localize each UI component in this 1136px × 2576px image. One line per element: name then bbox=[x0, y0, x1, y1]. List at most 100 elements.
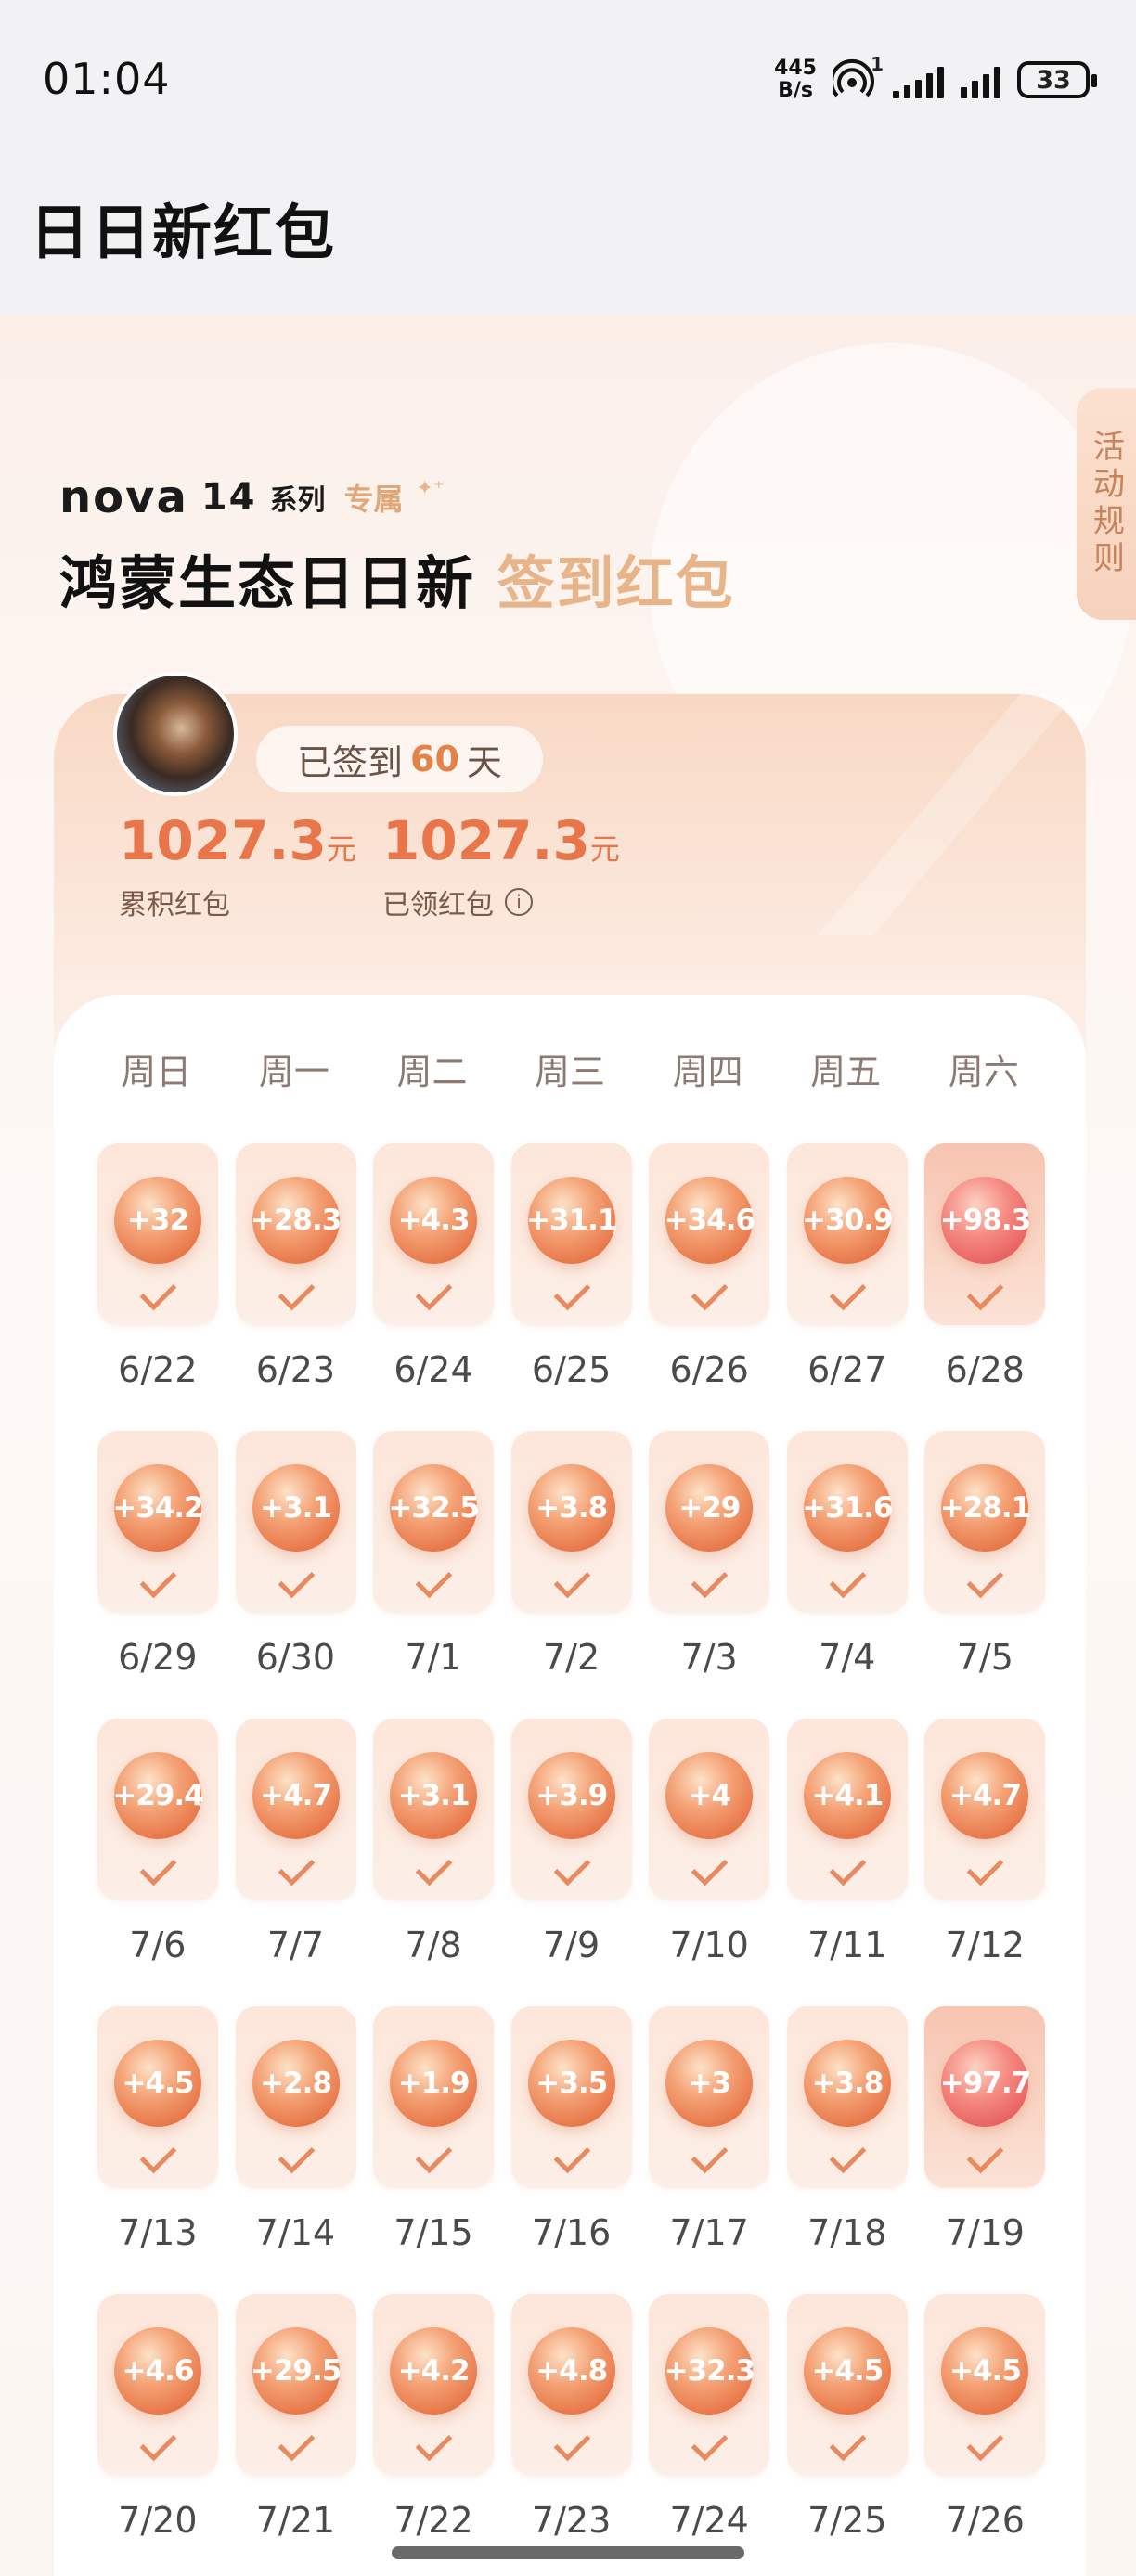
checkmark-icon bbox=[553, 2424, 591, 2462]
reward-card[interactable]: +3.1 bbox=[373, 1719, 495, 1900]
reward-card[interactable]: +4.5 bbox=[97, 2006, 218, 2188]
signed-days-count: 60 bbox=[410, 739, 459, 779]
reward-card[interactable]: +3.9 bbox=[510, 1719, 632, 1900]
calendar-day: +4.6 7/20 bbox=[87, 2294, 226, 2576]
day-date: 7/17 bbox=[669, 2212, 749, 2253]
calendar-day: +32.5 7/1 bbox=[363, 1431, 501, 1719]
day-date: 7/16 bbox=[531, 2212, 612, 2253]
home-indicator[interactable] bbox=[392, 2546, 744, 2559]
reward-card[interactable]: +1.9 bbox=[373, 2006, 495, 2188]
calendar-day: +4 7/10 bbox=[639, 1719, 777, 2006]
reward-card[interactable]: +4.1 bbox=[786, 1719, 908, 1900]
reward-card[interactable]: +3.1 bbox=[235, 1431, 356, 1613]
reward-amount: +29 bbox=[665, 1464, 754, 1552]
status-time: 01:04 bbox=[43, 54, 171, 104]
day-date: 7/3 bbox=[680, 1637, 738, 1678]
reward-amount: +3.1 bbox=[252, 1464, 340, 1552]
calendar-day: +2.8 7/14 bbox=[226, 2006, 364, 2294]
checkmark-icon bbox=[278, 1561, 315, 1599]
reward-card[interactable]: +34.6 bbox=[649, 1143, 770, 1325]
signed-prefix: 已签到 bbox=[297, 741, 404, 783]
day-date: 7/10 bbox=[669, 1925, 749, 1965]
reward-card[interactable]: +2.8 bbox=[235, 2006, 356, 2188]
day-date: 6/26 bbox=[669, 1349, 749, 1390]
checkmark-icon bbox=[415, 2136, 453, 2174]
reward-card[interactable]: +4.5 bbox=[924, 2294, 1046, 2476]
checkmark-icon bbox=[278, 1273, 315, 1311]
weekday-label: 周二 bbox=[396, 1051, 468, 1092]
reward-card[interactable]: +29 bbox=[649, 1431, 770, 1613]
reward-card[interactable]: +4.5 bbox=[786, 2294, 908, 2476]
reward-card[interactable]: +4 bbox=[649, 1719, 770, 1900]
reward-amount: +4.1 bbox=[803, 1752, 891, 1839]
reward-amount: +3 bbox=[665, 2040, 754, 2127]
day-date: 6/24 bbox=[394, 1349, 473, 1390]
reward-card[interactable]: +32.5 bbox=[373, 1431, 495, 1613]
day-date: 7/4 bbox=[819, 1637, 876, 1678]
day-date: 7/26 bbox=[945, 2500, 1025, 2541]
network-speed: 445 B/s bbox=[774, 58, 817, 102]
reward-card[interactable]: +28.1 bbox=[924, 1431, 1046, 1613]
calendar-day: +3.1 6/30 bbox=[226, 1431, 364, 1719]
checkmark-icon bbox=[553, 1848, 591, 1887]
calendar-day: +28.3 6/23 bbox=[226, 1143, 364, 1431]
reward-card[interactable]: +34.2 bbox=[97, 1431, 218, 1613]
reward-amount: +31.1 bbox=[526, 1177, 617, 1264]
reward-card[interactable]: +29.5 bbox=[235, 2294, 356, 2476]
checkmark-icon bbox=[415, 1848, 453, 1887]
reward-card[interactable]: +3.8 bbox=[510, 1431, 632, 1613]
day-date: 7/21 bbox=[255, 2500, 336, 2541]
reward-card[interactable]: +4.3 bbox=[373, 1143, 495, 1325]
reward-card[interactable]: +32 bbox=[97, 1143, 218, 1325]
reward-card[interactable]: +29.4 bbox=[97, 1719, 218, 1900]
day-date: 6/30 bbox=[255, 1637, 336, 1678]
checkmark-icon bbox=[829, 2424, 867, 2462]
reward-card[interactable]: +3 bbox=[649, 2006, 770, 2188]
calendar-day: +4.5 7/25 bbox=[777, 2294, 915, 2576]
calendar-day: +31.6 7/4 bbox=[777, 1431, 915, 1719]
reward-card[interactable]: +4.6 bbox=[97, 2294, 218, 2476]
avatar[interactable] bbox=[113, 672, 238, 796]
reward-amount: +34.2 bbox=[112, 1464, 204, 1552]
calendar-week-row: +4.5 7/13 +2.8 7/14 +1.9 7/15 +3.5 7/16 +3 7/17 +3… bbox=[87, 2006, 1052, 2294]
reward-amount: +34.6 bbox=[665, 1177, 755, 1264]
day-date: 6/25 bbox=[531, 1349, 612, 1390]
brand-series: 系列 bbox=[269, 484, 326, 517]
day-date: 7/22 bbox=[394, 2500, 473, 2541]
checkmark-icon bbox=[553, 2136, 591, 2174]
reward-card[interactable]: +31.1 bbox=[510, 1143, 632, 1325]
accumulated-stat: 1027.3元 累积红包 bbox=[119, 809, 356, 922]
reward-card[interactable]: +98.3 bbox=[924, 1143, 1046, 1325]
info-icon[interactable]: i bbox=[505, 888, 533, 916]
reward-card[interactable]: +28.3 bbox=[235, 1143, 356, 1325]
weekday-header: 周日 周一 周二 周三 周四 周五 周六 bbox=[87, 1043, 1052, 1094]
reward-card[interactable]: +4.7 bbox=[235, 1719, 356, 1900]
day-date: 7/6 bbox=[129, 1925, 187, 1965]
activity-rules-button[interactable]: 活动规则 bbox=[1077, 388, 1136, 620]
calendar-day: +4.5 7/13 bbox=[87, 2006, 226, 2294]
day-date: 7/15 bbox=[394, 2212, 473, 2253]
reward-card[interactable]: +4.7 bbox=[924, 1719, 1046, 1900]
weekday-label: 周三 bbox=[535, 1051, 606, 1092]
calendar-day: +30.9 6/27 bbox=[777, 1143, 915, 1431]
reward-card[interactable]: +30.9 bbox=[786, 1143, 908, 1325]
claimed-unit: 元 bbox=[589, 831, 620, 867]
reward-card[interactable]: +3.5 bbox=[510, 2006, 632, 2188]
reward-card[interactable]: +3.8 bbox=[786, 2006, 908, 2188]
reward-card[interactable]: +4.8 bbox=[510, 2294, 632, 2476]
checkmark-icon bbox=[415, 1273, 453, 1311]
reward-amount: +4.7 bbox=[252, 1752, 340, 1839]
reward-card[interactable]: +32.3 bbox=[649, 2294, 770, 2476]
day-date: 7/25 bbox=[807, 2500, 887, 2541]
weekday-label: 周五 bbox=[810, 1051, 882, 1092]
reward-card[interactable]: +31.6 bbox=[786, 1431, 908, 1613]
checkmark-icon bbox=[139, 1848, 177, 1887]
weekday-label: 周日 bbox=[121, 1051, 192, 1092]
reward-card[interactable]: +4.2 bbox=[373, 2294, 495, 2476]
checkmark-icon bbox=[139, 1561, 177, 1599]
reward-amount: +32.3 bbox=[665, 2327, 755, 2415]
signal-2-icon bbox=[961, 61, 1000, 98]
calendar-day: +4.3 6/24 bbox=[363, 1143, 501, 1431]
reward-card[interactable]: +97.7 bbox=[924, 2006, 1046, 2188]
battery-icon: 33 bbox=[1017, 61, 1097, 98]
